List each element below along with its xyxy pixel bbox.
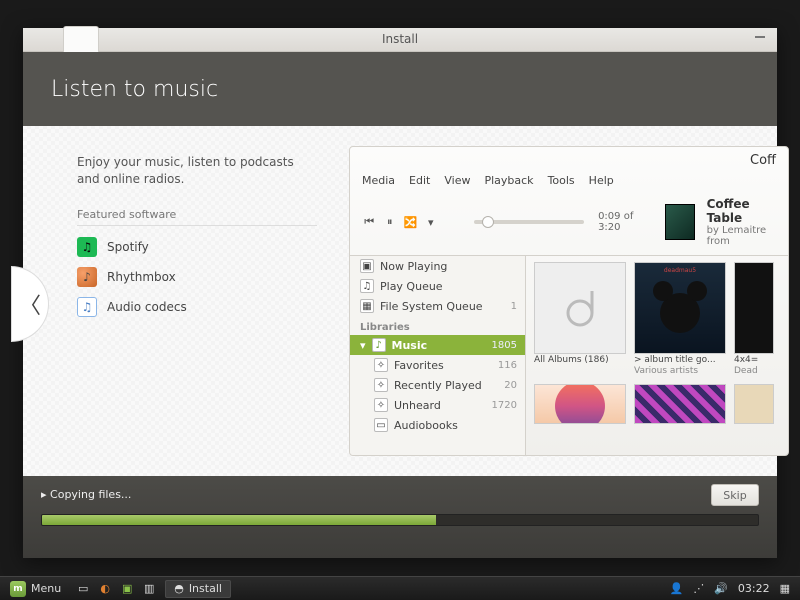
sidebar-item-recent[interactable]: ✧Recently Played 20 [350,375,525,395]
menu-item[interactable]: Help [589,174,614,187]
album-art-sunset [534,384,626,424]
unheard-icon: ✧ [374,398,388,412]
clock[interactable]: 03:22 [738,582,770,595]
user-icon[interactable]: 👤 [669,582,683,595]
prev-track-icon[interactable]: ⏮ [362,213,377,231]
queue-icon: ♫ [360,279,374,293]
album-item[interactable]: 4x4= Dead [734,262,774,376]
system-tray: 👤 ⋰ 🔊 03:22 ▦ [669,582,800,595]
rhythmbox-icon: ♪ [77,267,97,287]
player-controls: ⏮ ⏸ 🔀 ▾ 0:09 of 3:20 Coffee Table by Lem… [350,195,788,255]
dropdown-icon[interactable]: ▾ [424,213,439,231]
seek-thumb[interactable] [482,216,494,228]
featured-title: Featured software [77,208,317,226]
spotify-icon: ♫ [77,237,97,257]
window-tab [63,26,99,52]
featured-software: Featured software ♫ Spotify ♪ Rhythmbox … [77,208,317,322]
quick-launch: ▭ ◐ ▣ ▥ [71,580,161,598]
menu-item[interactable]: View [444,174,470,187]
titlebar[interactable]: Install [23,28,777,52]
progress-section: ▸ Copying files... Skip [23,476,777,558]
music-player-mockup: Coff Media Edit View Playback Tools Help… [349,146,789,456]
menu-item[interactable]: Media [362,174,395,187]
mockup-sidebar: ▣Now Playing ♫Play Queue ▦File System Qu… [350,256,526,456]
slideshow-area: Enjoy your music, listen to podcasts and… [23,126,777,476]
app-label: Spotify [107,240,149,254]
mockup-menubar: Media Edit View Playback Tools Help [350,170,788,195]
installer-window: Install Listen to music Enjoy your music… [23,28,777,558]
mint-logo-icon: m [10,581,26,597]
network-icon[interactable]: ⋰ [693,582,704,595]
sidebar-item-favorites[interactable]: ✧Favorites 116 [350,355,525,375]
album-art-tan [734,384,774,424]
codecs-icon: ♫ [77,297,97,317]
album-item[interactable] [734,384,774,424]
taskbar-item-install[interactable]: ◓ Install [165,580,231,598]
folder-icon: ▦ [360,299,374,313]
album-art-deadmau5: deadmau5 [634,262,726,354]
album-item[interactable] [534,384,626,424]
album-item[interactable]: deadmau5 > album title go... Various art… [634,262,726,376]
sidebar-item-play-queue[interactable]: ♫Play Queue [350,276,525,296]
app-rhythmbox[interactable]: ♪ Rhythmbox [77,262,317,292]
now-playing-artist: by Lemaitre from [707,225,776,247]
slide-prev-button[interactable]: 〈 [11,266,49,342]
pause-icon[interactable]: ⏸ [383,213,398,231]
sidebar-item-now-playing[interactable]: ▣Now Playing [350,256,525,276]
menu-item[interactable]: Playback [484,174,533,187]
sidebar-item-unheard[interactable]: ✧Unheard 1720 [350,395,525,415]
star-icon: ✧ [374,358,388,372]
app-audio-codecs[interactable]: ♫ Audio codecs [77,292,317,322]
shuffle-icon[interactable]: 🔀 [403,213,418,231]
slide-blurb: Enjoy your music, listen to podcasts and… [77,154,317,188]
album-item[interactable] [634,384,726,424]
minimize-icon[interactable] [755,36,765,38]
album-art-icon [665,204,694,240]
tray-icon[interactable]: ▦ [780,582,790,595]
progress-fill [42,515,436,525]
album-item[interactable]: All Albums (186) [534,262,626,376]
firefox-icon[interactable]: ◐ [95,580,115,598]
window-title: Install [382,32,418,46]
now-playing-text: Coffee Table by Lemaitre from [707,197,776,247]
show-desktop-icon[interactable]: ▭ [73,580,93,598]
seek-slider[interactable] [474,220,584,224]
hero-heading: Listen to music [51,77,218,102]
album-art-pattern [634,384,726,424]
files-icon[interactable]: ▥ [139,580,159,598]
progress-status: ▸ Copying files... [23,476,777,513]
track-time: 0:09 of 3:20 [598,211,647,233]
app-spotify[interactable]: ♫ Spotify [77,232,317,262]
sidebar-item-audiobooks[interactable]: ▭Audiobooks [350,415,525,435]
progress-bar [41,514,759,526]
mockup-window-title: Coff [350,147,788,170]
sidebar-item-music[interactable]: ▾ ♪Music 1805 [350,335,525,355]
now-playing-icon: ▣ [360,259,374,273]
disk-icon: ◓ [174,582,184,595]
book-icon: ▭ [374,418,388,432]
menu-button[interactable]: m Menu [0,577,71,600]
app-label: Audio codecs [107,300,187,314]
recent-icon: ✧ [374,378,388,392]
album-art-4x4 [734,262,774,354]
taskbar[interactable]: m Menu ▭ ◐ ▣ ▥ ◓ Install 👤 ⋰ 🔊 03:22 ▦ [0,576,800,600]
terminal-icon[interactable]: ▣ [117,580,137,598]
sidebar-section-libraries: Libraries [350,316,525,335]
music-icon: ♪ [372,338,386,352]
album-art-all [534,262,626,354]
menu-item[interactable]: Tools [548,174,575,187]
skip-button[interactable]: Skip [711,484,759,506]
now-playing-title: Coffee Table [707,197,776,225]
volume-icon[interactable]: 🔊 [714,582,728,595]
app-label: Rhythmbox [107,270,176,284]
hero-banner: Listen to music [23,52,777,126]
album-grid: All Albums (186) deadmau5 > album title … [526,256,788,456]
menu-item[interactable]: Edit [409,174,430,187]
sidebar-item-fs-queue[interactable]: ▦File System Queue 1 [350,296,525,316]
